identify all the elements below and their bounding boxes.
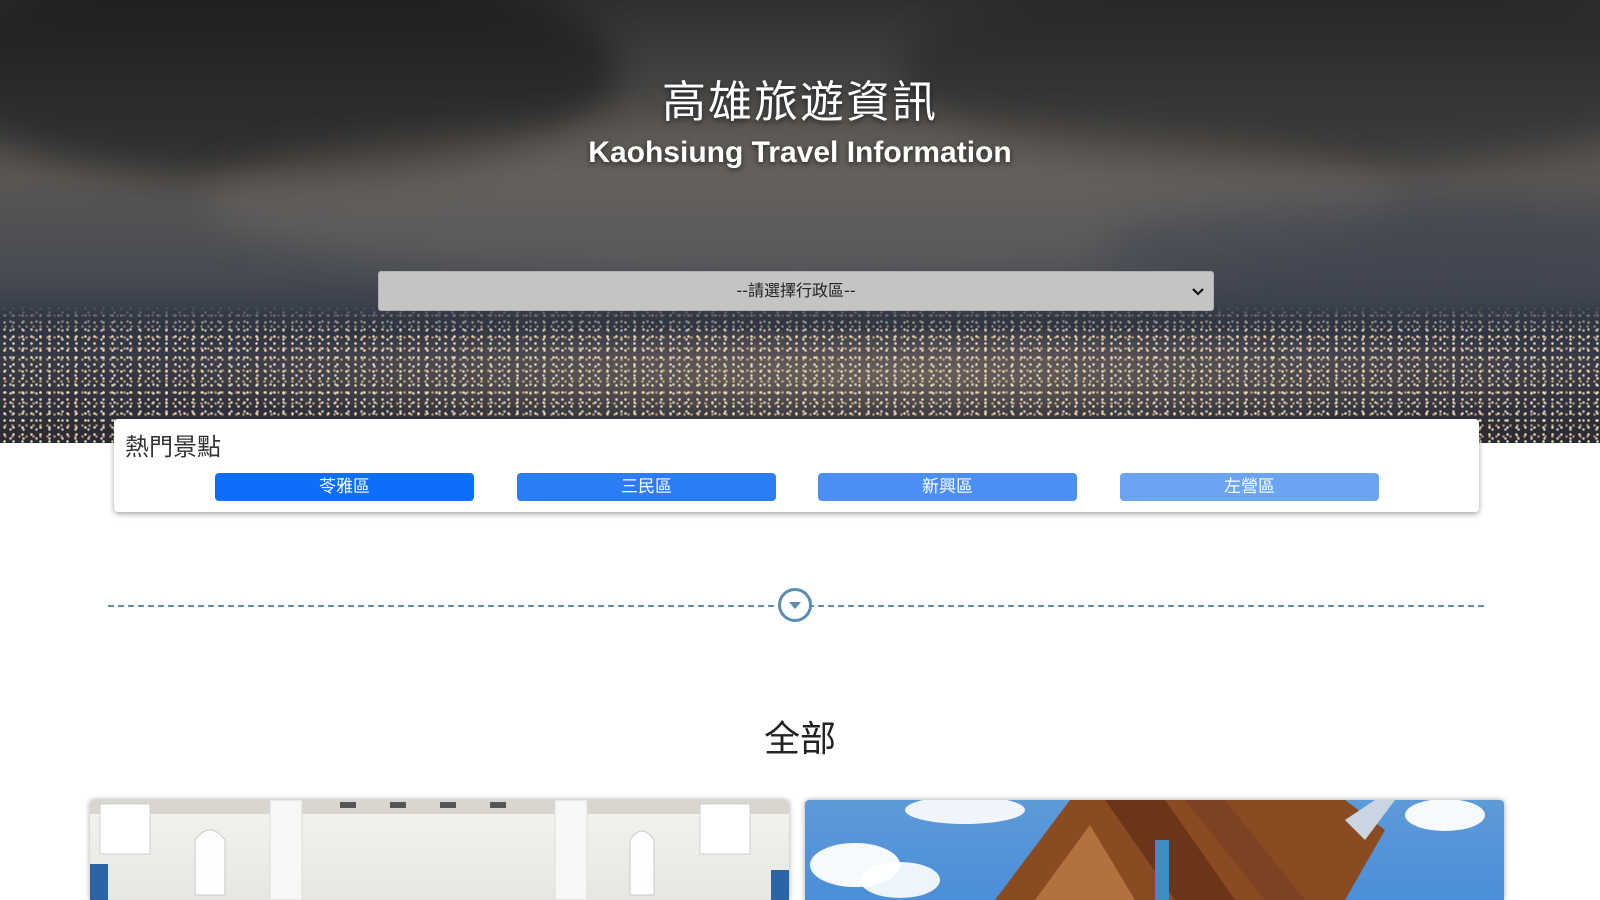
district-select[interactable]: --請選擇行政區-- (378, 271, 1214, 311)
page-subtitle: Kaohsiung Travel Information (588, 136, 1012, 169)
district-button-zuoying[interactable]: 左營區 (1120, 473, 1379, 501)
triangle-down-icon (789, 602, 801, 609)
hot-spots-title: 熱門景點 (125, 433, 221, 461)
page-title: 高雄旅遊資訊 (662, 77, 938, 128)
white-hall-interior-photo (90, 800, 789, 900)
hot-spots-panel: 熱門景點 苓雅區 三民區 新興區 左營區 (114, 419, 1479, 512)
wooden-church-sky-photo (810, 800, 1485, 900)
district-select-value: --請選擇行政區-- (736, 281, 856, 300)
district-button-lingya[interactable]: 苓雅區 (215, 473, 474, 501)
attraction-card[interactable] (805, 800, 1504, 900)
results-title: 全部 (763, 719, 836, 760)
chevron-down-icon (1192, 288, 1204, 296)
district-button-xinxing[interactable]: 新興區 (818, 473, 1077, 501)
attraction-card[interactable] (90, 800, 789, 900)
chevron-down-circle-icon[interactable] (778, 588, 812, 622)
district-button-sanmin[interactable]: 三民區 (517, 473, 776, 501)
